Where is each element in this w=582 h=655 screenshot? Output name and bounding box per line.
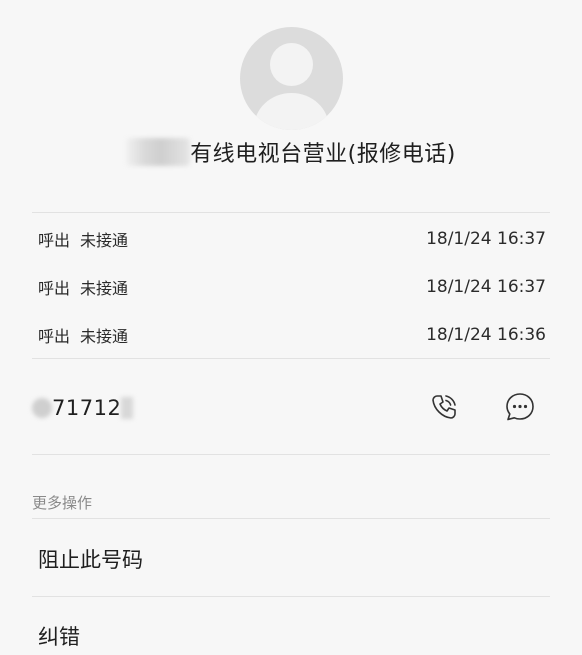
- phone-number: 71712: [52, 396, 122, 420]
- call-time: 18/1/24 16:37: [426, 277, 546, 297]
- contact-detail-page: 有线电视台营业(报修电话) 呼出 未接通 18/1/24 16:37 呼出 未接通 …: [0, 0, 582, 655]
- avatar: [240, 27, 343, 130]
- call-status: 未接通: [80, 327, 129, 346]
- call-status: 未接通: [80, 279, 129, 298]
- divider: [32, 358, 550, 359]
- message-bubble-icon: [506, 393, 534, 421]
- report-error-button[interactable]: 纠错: [38, 621, 80, 651]
- redacted-number-prefix: [32, 398, 52, 418]
- message-button[interactable]: [500, 387, 540, 427]
- divider: [32, 212, 550, 213]
- call-log-row: 呼出 未接通 18/1/24 16:37: [38, 267, 546, 307]
- divider: [32, 596, 550, 597]
- call-log-row: 呼出 未接通 18/1/24 16:37: [38, 219, 546, 259]
- redacted-number-suffix: [121, 397, 134, 419]
- call-time: 18/1/24 16:36: [426, 325, 546, 345]
- call-time: 18/1/24 16:37: [426, 229, 546, 249]
- phone-number-row[interactable]: 71712: [32, 380, 550, 436]
- call-log-row: 呼出 未接通 18/1/24 16:36: [38, 315, 546, 355]
- call-status: 未接通: [80, 231, 129, 250]
- avatar-body-shape: [254, 93, 329, 130]
- more-actions-label: 更多操作: [32, 494, 93, 512]
- call-direction: 呼出: [38, 327, 71, 346]
- redacted-name-prefix: [126, 138, 191, 166]
- divider: [32, 454, 550, 455]
- phone-call-icon: [432, 395, 456, 419]
- call-direction: 呼出: [38, 279, 71, 298]
- block-number-button[interactable]: 阻止此号码: [38, 544, 143, 574]
- contact-name: 有线电视台营业(报修电话): [190, 142, 456, 167]
- avatar-head-shape: [270, 43, 313, 86]
- contact-name-row: 有线电视台营业(报修电话): [0, 134, 582, 170]
- call-direction: 呼出: [38, 231, 71, 250]
- divider: [32, 518, 550, 519]
- call-button[interactable]: [424, 387, 464, 427]
